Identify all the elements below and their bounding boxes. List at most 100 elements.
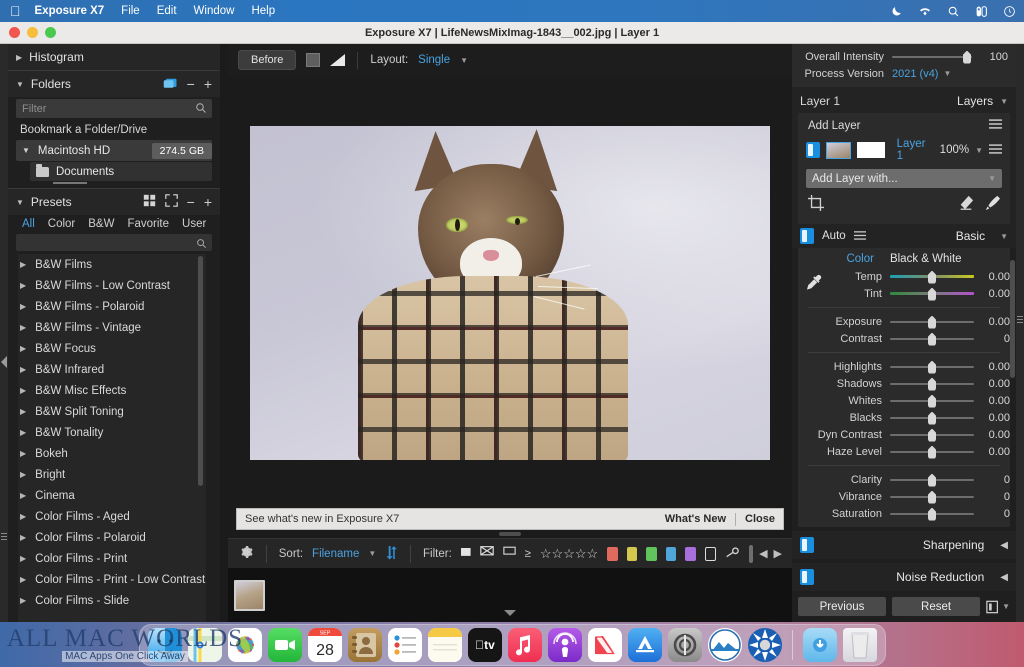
apple-icon[interactable]:  <box>10 4 21 18</box>
preset-list-item[interactable]: ▶ Color Films - Print - Low Contrast <box>18 569 206 590</box>
chevron-right-icon[interactable]: ▶ <box>20 260 26 269</box>
slider-value[interactable]: 0.00 <box>974 446 1010 458</box>
slider-control[interactable] <box>890 490 974 504</box>
slider-control[interactable] <box>890 270 974 284</box>
slider-knob[interactable] <box>928 360 936 374</box>
dock-item-finder[interactable] <box>147 627 182 662</box>
slider-value[interactable]: 0.00 <box>974 316 1010 328</box>
preset-list-item[interactable]: ▶ Color Films - Aged <box>18 506 206 527</box>
slider-value[interactable]: 0.00 <box>974 271 1010 283</box>
color-chip-red[interactable] <box>607 546 618 561</box>
slider-control[interactable] <box>890 428 974 442</box>
layer-menu-icon[interactable] <box>989 119 1002 132</box>
preset-search-input[interactable] <box>16 234 212 251</box>
basic-menu-icon[interactable] <box>853 229 866 243</box>
chevron-down-icon[interactable]: ▼ <box>943 69 951 78</box>
dock-item-news[interactable] <box>587 627 622 662</box>
chevron-down-icon[interactable]: ▼ <box>975 146 983 155</box>
add-folder-icon[interactable]: + <box>204 76 212 92</box>
chevron-down-icon[interactable]: ▼ <box>460 56 468 65</box>
left-rail-collapse-arrow[interactable] <box>1 356 7 368</box>
preset-tab-bw[interactable]: B&W <box>88 218 114 230</box>
slider-knob[interactable] <box>928 411 936 425</box>
layer-thumbnail[interactable] <box>825 141 851 159</box>
layer-opacity[interactable]: 100% <box>940 144 969 156</box>
preset-list-item[interactable]: ▶ B&W Films - Vintage <box>18 317 206 338</box>
folders-header[interactable]: ▼ Folders − + <box>8 71 220 97</box>
flag-picked-icon[interactable] <box>460 548 471 559</box>
close-notice-button[interactable]: Close <box>745 513 775 525</box>
preset-list-item[interactable]: ▶ B&W Films <box>18 254 206 275</box>
sharpening-toggle-icon[interactable] <box>800 537 814 553</box>
chevron-right-icon[interactable]: ▶ <box>20 575 26 584</box>
slider-control[interactable] <box>890 473 974 487</box>
slider-knob[interactable] <box>928 473 936 487</box>
rating-stars[interactable]: ☆☆☆☆☆ <box>540 546 598 562</box>
noise-reduction-toggle-icon[interactable] <box>800 569 814 585</box>
preset-list-item[interactable]: ▶ B&W Focus <box>18 338 206 359</box>
dock-item-apple-tv[interactable]: tv <box>467 627 502 662</box>
slider-knob[interactable] <box>928 394 936 408</box>
whats-new-button[interactable]: What's New <box>665 513 726 525</box>
chevron-down-icon[interactable]: ▼ <box>368 549 376 558</box>
chevron-down-icon[interactable]: ▼ <box>22 146 30 155</box>
slider-value[interactable]: 0 <box>974 508 1010 520</box>
chevron-right-icon[interactable]: ▶ <box>20 596 26 605</box>
color-chip-none[interactable] <box>705 546 717 561</box>
search-icon[interactable] <box>947 5 960 18</box>
slider-knob[interactable] <box>928 428 936 442</box>
left-rail-grip[interactable] <box>1 529 7 543</box>
chevron-down-icon[interactable]: ▼ <box>1000 97 1008 106</box>
slider-control[interactable] <box>890 394 974 408</box>
slider-control[interactable] <box>890 360 974 374</box>
color-chip-green[interactable] <box>646 546 657 561</box>
presets-header[interactable]: ▼ Presets − + <box>8 189 220 215</box>
dock-item-trash[interactable] <box>842 627 877 662</box>
chevron-right-icon[interactable]: ▶ <box>20 365 26 374</box>
preset-tab-color[interactable]: Color <box>48 218 75 230</box>
chevron-right-icon[interactable]: ▶ <box>20 386 26 395</box>
slider-value[interactable]: 0.00 <box>974 412 1010 424</box>
copy-settings-icon[interactable]: ▼ <box>986 600 1010 614</box>
panel-resize-grip[interactable] <box>228 530 792 538</box>
chevron-right-icon[interactable]: ▶ <box>20 407 26 416</box>
collapse-all-icon[interactable]: − <box>187 76 195 92</box>
slider-knob[interactable] <box>928 287 936 301</box>
right-rail[interactable] <box>1016 44 1024 622</box>
preset-list-item[interactable]: ▶ Color Films - Print <box>18 548 206 569</box>
chevron-down-icon[interactable]: ▼ <box>1002 602 1010 611</box>
layer-name[interactable]: Layer 1 <box>897 138 934 162</box>
chevron-right-icon[interactable]: ▶ <box>20 470 26 479</box>
slider-knob[interactable] <box>928 445 936 459</box>
moon-icon[interactable] <box>890 5 903 18</box>
preset-list-item[interactable]: ▶ B&W Films - Polaroid <box>18 296 206 317</box>
color-chip-purple[interactable] <box>685 546 696 561</box>
chevron-right-icon[interactable]: ▶ <box>16 53 22 62</box>
before-button[interactable]: Before <box>238 50 297 70</box>
overall-intensity-slider[interactable] <box>892 50 972 64</box>
chevron-right-icon[interactable]: ▶ <box>20 512 26 521</box>
filmstrip[interactable] <box>228 568 792 622</box>
right-panel-scrollbar[interactable] <box>1010 260 1015 378</box>
layer-item[interactable]: Layer 1 100% ▼ <box>798 136 1010 165</box>
basic-panel-toggle-icon[interactable] <box>800 228 814 244</box>
slider-value[interactable]: 0.00 <box>974 288 1010 300</box>
preset-tab-all[interactable]: All <box>22 218 35 230</box>
dock-item-app-store[interactable] <box>627 627 662 662</box>
dock-item-facetime[interactable] <box>267 627 302 662</box>
prev-arrow-icon[interactable]: ◀ <box>759 547 767 560</box>
menu-item-exposure[interactable]: Exposure X7 <box>35 5 105 17</box>
chevron-right-icon[interactable]: ▶ <box>20 533 26 542</box>
preset-list-item[interactable]: ▶ Color Films - Slide <box>18 590 206 611</box>
folder-tree-documents[interactable]: Documents <box>30 162 212 181</box>
preview-image[interactable] <box>250 126 770 460</box>
slider-knob[interactable] <box>928 315 936 329</box>
dock-item-photos[interactable] <box>227 627 262 662</box>
slider-knob[interactable] <box>963 50 971 64</box>
right-rail-grip[interactable] <box>1017 312 1023 326</box>
layer-options-icon[interactable] <box>989 143 1003 157</box>
image-preview-area[interactable] <box>228 76 792 502</box>
chevron-right-icon[interactable]: ▶ <box>20 491 26 500</box>
slider-value[interactable]: 0.00 <box>974 361 1010 373</box>
left-rail[interactable] <box>0 44 8 622</box>
